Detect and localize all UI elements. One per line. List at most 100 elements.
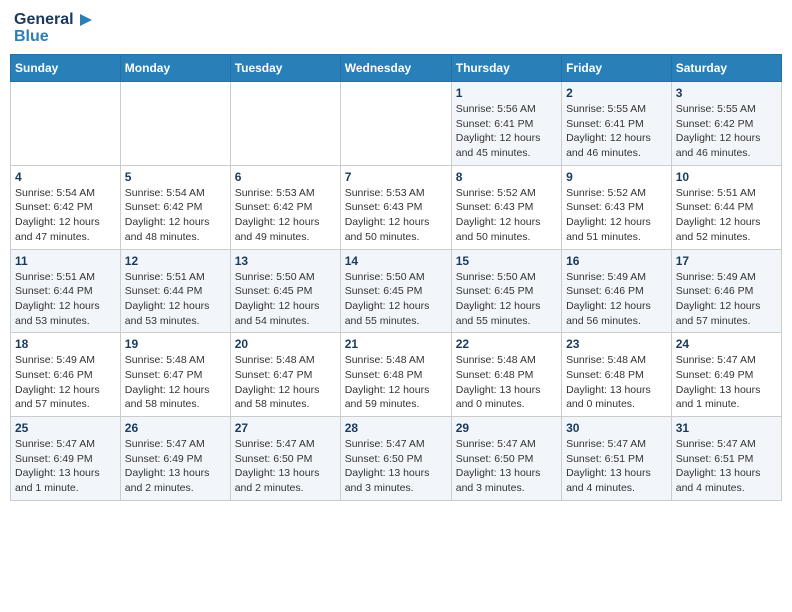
week-row-1: 1 Sunrise: 5:56 AM Sunset: 6:41 PM Daylig…	[11, 82, 782, 166]
day-number: 28	[345, 421, 447, 435]
day-number: 5	[125, 170, 226, 184]
day-info: Sunrise: 5:51 AM Sunset: 6:44 PM Dayligh…	[15, 270, 116, 329]
calendar-cell: 3Sunrise: 5:55 AM Sunset: 6:42 PM Daylig…	[671, 82, 781, 166]
calendar-cell: 26 Sunrise: 5:47 AM Sunset: 6:49 PM Dayli…	[120, 417, 230, 501]
day-info: Sunrise: 5:54 AM Sunset: 6:42 PM Dayligh…	[15, 186, 116, 245]
calendar-cell: 15Sunrise: 5:50 AM Sunset: 6:45 PM Dayli…	[451, 249, 561, 333]
page-header: General Blue	[10, 10, 782, 46]
day-number: 17	[676, 254, 777, 268]
day-number: 22	[456, 337, 557, 351]
calendar-cell: 1 Sunrise: 5:56 AM Sunset: 6:41 PM Daylig…	[451, 82, 561, 166]
day-number: 19	[125, 337, 226, 351]
logo-blue: Blue	[14, 28, 49, 46]
day-number: 31	[676, 421, 777, 435]
calendar-cell	[340, 82, 451, 166]
calendar-cell: 29 Sunrise: 5:47 AM Sunset: 6:50 PM Dayli…	[451, 417, 561, 501]
day-info: Sunrise: 5:47 AM Sunset: 6:50 PM Dayligh…	[235, 437, 336, 496]
logo: General Blue	[14, 10, 96, 46]
day-number: 10	[676, 170, 777, 184]
day-number: 26	[125, 421, 226, 435]
day-number: 13	[235, 254, 336, 268]
calendar-cell	[120, 82, 230, 166]
day-info: Sunrise: 5:52 AM Sunset: 6:43 PM Dayligh…	[566, 186, 667, 245]
day-number: 25	[15, 421, 116, 435]
header-monday: Monday	[120, 55, 230, 82]
day-number: 23	[566, 337, 667, 351]
day-info: Sunrise: 5:48 AM Sunset: 6:48 PM Dayligh…	[345, 353, 447, 412]
calendar-cell: 16 Sunrise: 5:49 AM Sunset: 6:46 PM Dayli…	[562, 249, 672, 333]
calendar-cell	[11, 82, 121, 166]
calendar-cell: 6Sunrise: 5:53 AM Sunset: 6:42 PM Daylig…	[230, 165, 340, 249]
week-row-5: 25 Sunrise: 5:47 AM Sunset: 6:49 PM Dayli…	[11, 417, 782, 501]
day-number: 7	[345, 170, 447, 184]
day-info: Sunrise: 5:52 AM Sunset: 6:43 PM Dayligh…	[456, 186, 557, 245]
day-number: 20	[235, 337, 336, 351]
header-wednesday: Wednesday	[340, 55, 451, 82]
day-info: Sunrise: 5:51 AM Sunset: 6:44 PM Dayligh…	[676, 186, 777, 245]
day-info: Sunrise: 5:48 AM Sunset: 6:47 PM Dayligh…	[125, 353, 226, 412]
day-number: 12	[125, 254, 226, 268]
calendar-cell: 27Sunrise: 5:47 AM Sunset: 6:50 PM Dayli…	[230, 417, 340, 501]
day-info: Sunrise: 5:48 AM Sunset: 6:48 PM Dayligh…	[566, 353, 667, 412]
day-info: Sunrise: 5:51 AM Sunset: 6:44 PM Dayligh…	[125, 270, 226, 329]
day-number: 30	[566, 421, 667, 435]
week-row-4: 18 Sunrise: 5:49 AM Sunset: 6:46 PM Dayli…	[11, 333, 782, 417]
calendar-cell: 19 Sunrise: 5:48 AM Sunset: 6:47 PM Dayli…	[120, 333, 230, 417]
calendar-table: SundayMondayTuesdayWednesdayThursdayFrid…	[10, 54, 782, 501]
day-info: Sunrise: 5:49 AM Sunset: 6:46 PM Dayligh…	[15, 353, 116, 412]
calendar-header: SundayMondayTuesdayWednesdayThursdayFrid…	[11, 55, 782, 82]
day-number: 2	[566, 86, 667, 100]
calendar-cell: 10 Sunrise: 5:51 AM Sunset: 6:44 PM Dayli…	[671, 165, 781, 249]
header-sunday: Sunday	[11, 55, 121, 82]
day-info: Sunrise: 5:48 AM Sunset: 6:48 PM Dayligh…	[456, 353, 557, 412]
calendar-cell: 25 Sunrise: 5:47 AM Sunset: 6:49 PM Dayli…	[11, 417, 121, 501]
day-info: Sunrise: 5:55 AM Sunset: 6:41 PM Dayligh…	[566, 102, 667, 161]
calendar-cell: 5 Sunrise: 5:54 AM Sunset: 6:42 PM Daylig…	[120, 165, 230, 249]
calendar-cell: 9 Sunrise: 5:52 AM Sunset: 6:43 PM Daylig…	[562, 165, 672, 249]
day-number: 6	[235, 170, 336, 184]
day-number: 16	[566, 254, 667, 268]
day-number: 9	[566, 170, 667, 184]
day-number: 21	[345, 337, 447, 351]
day-number: 14	[345, 254, 447, 268]
calendar-cell	[230, 82, 340, 166]
day-info: Sunrise: 5:47 AM Sunset: 6:49 PM Dayligh…	[676, 353, 777, 412]
calendar-cell: 17Sunrise: 5:49 AM Sunset: 6:46 PM Dayli…	[671, 249, 781, 333]
calendar-cell: 2 Sunrise: 5:55 AM Sunset: 6:41 PM Daylig…	[562, 82, 672, 166]
day-number: 18	[15, 337, 116, 351]
day-number: 4	[15, 170, 116, 184]
calendar-cell: 14 Sunrise: 5:50 AM Sunset: 6:45 PM Dayli…	[340, 249, 451, 333]
header-saturday: Saturday	[671, 55, 781, 82]
day-info: Sunrise: 5:47 AM Sunset: 6:49 PM Dayligh…	[125, 437, 226, 496]
day-number: 15	[456, 254, 557, 268]
day-info: Sunrise: 5:50 AM Sunset: 6:45 PM Dayligh…	[345, 270, 447, 329]
day-info: Sunrise: 5:47 AM Sunset: 6:49 PM Dayligh…	[15, 437, 116, 496]
logo-arrow	[76, 10, 96, 30]
day-info: Sunrise: 5:47 AM Sunset: 6:51 PM Dayligh…	[566, 437, 667, 496]
day-number: 11	[15, 254, 116, 268]
calendar-cell: 24Sunrise: 5:47 AM Sunset: 6:49 PM Dayli…	[671, 333, 781, 417]
week-row-3: 11 Sunrise: 5:51 AM Sunset: 6:44 PM Dayli…	[11, 249, 782, 333]
logo-general: General	[14, 11, 74, 29]
day-info: Sunrise: 5:56 AM Sunset: 6:41 PM Dayligh…	[456, 102, 557, 161]
calendar-cell: 8 Sunrise: 5:52 AM Sunset: 6:43 PM Daylig…	[451, 165, 561, 249]
day-info: Sunrise: 5:49 AM Sunset: 6:46 PM Dayligh…	[566, 270, 667, 329]
header-friday: Friday	[562, 55, 672, 82]
calendar-cell: 22 Sunrise: 5:48 AM Sunset: 6:48 PM Dayli…	[451, 333, 561, 417]
day-info: Sunrise: 5:54 AM Sunset: 6:42 PM Dayligh…	[125, 186, 226, 245]
day-number: 29	[456, 421, 557, 435]
day-info: Sunrise: 5:53 AM Sunset: 6:43 PM Dayligh…	[345, 186, 447, 245]
calendar-cell: 31Sunrise: 5:47 AM Sunset: 6:51 PM Dayli…	[671, 417, 781, 501]
week-row-2: 4 Sunrise: 5:54 AM Sunset: 6:42 PM Daylig…	[11, 165, 782, 249]
calendar-cell: 4 Sunrise: 5:54 AM Sunset: 6:42 PM Daylig…	[11, 165, 121, 249]
day-number: 1	[456, 86, 557, 100]
day-info: Sunrise: 5:47 AM Sunset: 6:50 PM Dayligh…	[456, 437, 557, 496]
calendar-cell: 11 Sunrise: 5:51 AM Sunset: 6:44 PM Dayli…	[11, 249, 121, 333]
day-info: Sunrise: 5:48 AM Sunset: 6:47 PM Dayligh…	[235, 353, 336, 412]
calendar-cell: 28Sunrise: 5:47 AM Sunset: 6:50 PM Dayli…	[340, 417, 451, 501]
calendar-cell: 30 Sunrise: 5:47 AM Sunset: 6:51 PM Dayli…	[562, 417, 672, 501]
calendar-cell: 12 Sunrise: 5:51 AM Sunset: 6:44 PM Dayli…	[120, 249, 230, 333]
day-number: 8	[456, 170, 557, 184]
calendar-cell: 21 Sunrise: 5:48 AM Sunset: 6:48 PM Dayli…	[340, 333, 451, 417]
header-thursday: Thursday	[451, 55, 561, 82]
